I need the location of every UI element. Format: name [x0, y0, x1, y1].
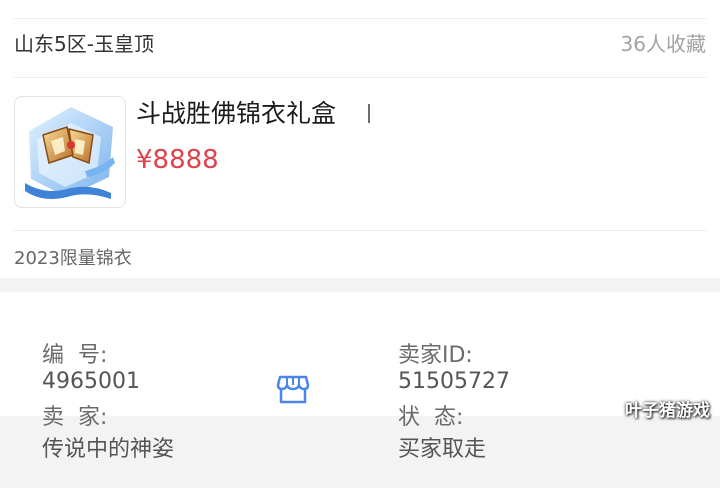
listing-card: 山东5区-玉皇顶 36人收藏 斗战胜佛锦衣礼盒 ¥8888 2023限量锦衣: [0, 0, 720, 278]
status-label: 状 态:: [397, 405, 464, 430]
number-label: 编 号:: [41, 343, 108, 368]
item-thumbnail[interactable]: [14, 96, 126, 208]
top-divider: [14, 18, 706, 19]
watermark-text: 叶子猪游戏: [625, 401, 710, 421]
shop-icon[interactable]: [276, 373, 310, 405]
item-title: 斗战胜佛锦衣礼盒: [136, 99, 337, 128]
seller-value[interactable]: 传说中的神姿: [42, 437, 174, 462]
item-tag: 2023限量锦衣: [14, 248, 132, 269]
gift-box-icon: [25, 107, 115, 199]
server-name: 山东5区-玉皇顶: [14, 32, 154, 56]
seller-id-label: 卖家ID:: [397, 343, 473, 368]
text-cursor: [368, 104, 370, 123]
seller-label: 卖 家:: [41, 405, 108, 430]
status-row: 状 态: 买家取走: [370, 374, 486, 488]
status-value: 买家取走: [397, 437, 486, 462]
seller-row: 卖 家: 传说中的神姿: [14, 374, 174, 488]
divider: [14, 230, 706, 231]
divider: [14, 77, 706, 78]
detail-card: 编 号: 4965001 卖家ID: 51505727 卖 家: 传说中的神姿 …: [0, 292, 720, 462]
item-price: ¥8888: [136, 145, 219, 175]
favorites-count[interactable]: 36人收藏: [621, 28, 706, 57]
